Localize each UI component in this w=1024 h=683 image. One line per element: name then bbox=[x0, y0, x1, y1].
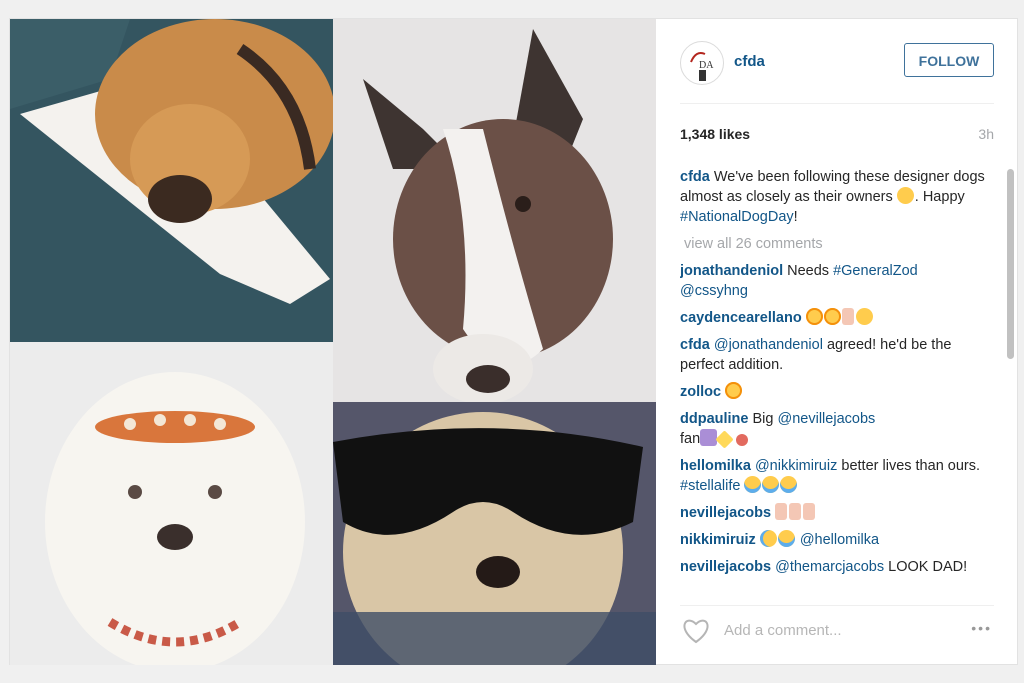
avatar[interactable]: DA bbox=[680, 41, 724, 85]
heart-eyes-emoji-icon bbox=[823, 308, 841, 325]
comment-item: zolloc bbox=[680, 382, 994, 402]
comment-tag[interactable]: #GeneralZod bbox=[833, 263, 918, 279]
comment-tag[interactable]: @themarcjacobs bbox=[775, 559, 884, 575]
comment-text: better lives than ours. bbox=[837, 458, 981, 474]
purple-heart-emoji-icon bbox=[700, 429, 718, 446]
comment-tag[interactable]: @nevillejacobs bbox=[778, 411, 876, 427]
like-count[interactable]: 1,348 likes bbox=[680, 126, 750, 142]
comment-username[interactable]: nikkimiruiz bbox=[680, 532, 756, 548]
photo-bull-terrier bbox=[333, 19, 656, 402]
sparkle-emoji-icon bbox=[715, 430, 734, 449]
photo-dog-sunglasses bbox=[333, 402, 656, 665]
heart-eyes-emoji-icon bbox=[725, 382, 743, 399]
comment-text: Big bbox=[752, 411, 778, 427]
heart-eyes-emoji-icon bbox=[805, 308, 823, 325]
post-time[interactable]: 3h bbox=[978, 126, 994, 142]
view-all-comments-link[interactable]: view all 26 comments bbox=[684, 234, 994, 254]
more-options-icon[interactable]: ••• bbox=[971, 620, 992, 636]
comment-item: ddpauline Big @nevillejacobs fan bbox=[680, 409, 994, 449]
comment-item: hellomilka @nikkimiruiz better lives tha… bbox=[680, 456, 994, 496]
kiss-emoji-icon bbox=[855, 308, 873, 325]
comment-username[interactable]: zolloc bbox=[680, 384, 721, 400]
caption-hashtag[interactable]: #NationalDogDay bbox=[680, 209, 794, 225]
post-meta: 1,348 likes 3h bbox=[680, 126, 994, 146]
comment-text: fan bbox=[680, 431, 701, 447]
photo-white-dog-beads bbox=[10, 342, 333, 665]
comment-item: nevillejacobs bbox=[680, 503, 994, 523]
tears-of-joy-emoji-icon bbox=[777, 530, 795, 547]
heart-icon[interactable] bbox=[682, 618, 710, 644]
dancers-emoji-icon bbox=[803, 503, 816, 520]
comment-username[interactable]: cfda bbox=[680, 337, 710, 353]
sweat-smile-emoji-icon bbox=[759, 530, 777, 547]
tears-of-joy-emoji-icon bbox=[780, 476, 798, 493]
tears-of-joy-emoji-icon bbox=[744, 476, 762, 493]
comment-username[interactable]: nevillejacobs bbox=[680, 505, 771, 521]
post-card: DA cfda FOLLOW 1,348 likes 3h cfda We've… bbox=[9, 18, 1018, 665]
post-sidebar: DA cfda FOLLOW 1,348 likes 3h cfda We've… bbox=[656, 19, 1018, 665]
comment-username[interactable]: jonathandeniol bbox=[680, 263, 783, 279]
dancers-emoji-icon bbox=[775, 503, 788, 520]
tears-of-joy-emoji-icon bbox=[762, 476, 780, 493]
paw-prints-emoji-icon bbox=[736, 434, 749, 446]
caption-username[interactable]: cfda bbox=[680, 169, 710, 185]
post-footer: Add a comment... ••• bbox=[680, 605, 994, 656]
comment-username[interactable]: caydencearellano bbox=[680, 310, 802, 326]
comment-tag[interactable]: @cssyhng bbox=[680, 283, 748, 299]
comment-item: nikkimiruiz @hellomilka bbox=[680, 530, 994, 550]
cfda-logo-avatar-icon: DA bbox=[682, 43, 722, 83]
follow-button[interactable]: FOLLOW bbox=[904, 43, 994, 77]
comment-list[interactable]: cfda We've been following these designer… bbox=[680, 167, 994, 591]
photo-dog-on-papers bbox=[10, 19, 333, 342]
comment-username[interactable]: nevillejacobs bbox=[680, 559, 771, 575]
comment-tag[interactable]: @hellomilka bbox=[800, 532, 879, 548]
raised-hands-emoji-icon bbox=[841, 308, 854, 325]
svg-text:DA: DA bbox=[699, 60, 714, 71]
comment-tag[interactable]: @nikkimiruiz bbox=[755, 458, 837, 474]
dancers-emoji-icon bbox=[789, 503, 802, 520]
comment-username[interactable]: hellomilka bbox=[680, 458, 751, 474]
comment-item: jonathandeniol Needs #GeneralZod @cssyhng bbox=[680, 261, 994, 301]
comment-text: LOOK DAD! bbox=[884, 559, 968, 575]
comment-item: nevillejacobs @themarcjacobs LOOK DAD! bbox=[680, 557, 994, 577]
smirk-emoji-icon bbox=[896, 187, 914, 204]
caption: cfda We've been following these designer… bbox=[680, 167, 994, 227]
comment-text: Needs bbox=[787, 263, 834, 279]
comment-tag[interactable]: #stellalife bbox=[680, 478, 740, 494]
comments-scrollbar[interactable] bbox=[1007, 169, 1014, 359]
post-username[interactable]: cfda bbox=[734, 53, 765, 70]
post-header: DA cfda FOLLOW bbox=[680, 19, 994, 104]
comment-tag[interactable]: @jonathandeniol bbox=[714, 337, 823, 353]
comment-item: caydencearellano bbox=[680, 308, 994, 328]
post-photo-collage[interactable] bbox=[10, 19, 656, 665]
caption-text-3: ! bbox=[793, 209, 798, 225]
comment-username[interactable]: ddpauline bbox=[680, 411, 748, 427]
comment-item: cfda @jonathandeniol agreed! he'd be the… bbox=[680, 335, 994, 375]
add-comment-input[interactable]: Add a comment... bbox=[724, 622, 842, 639]
caption-text-2: . Happy bbox=[914, 189, 965, 205]
